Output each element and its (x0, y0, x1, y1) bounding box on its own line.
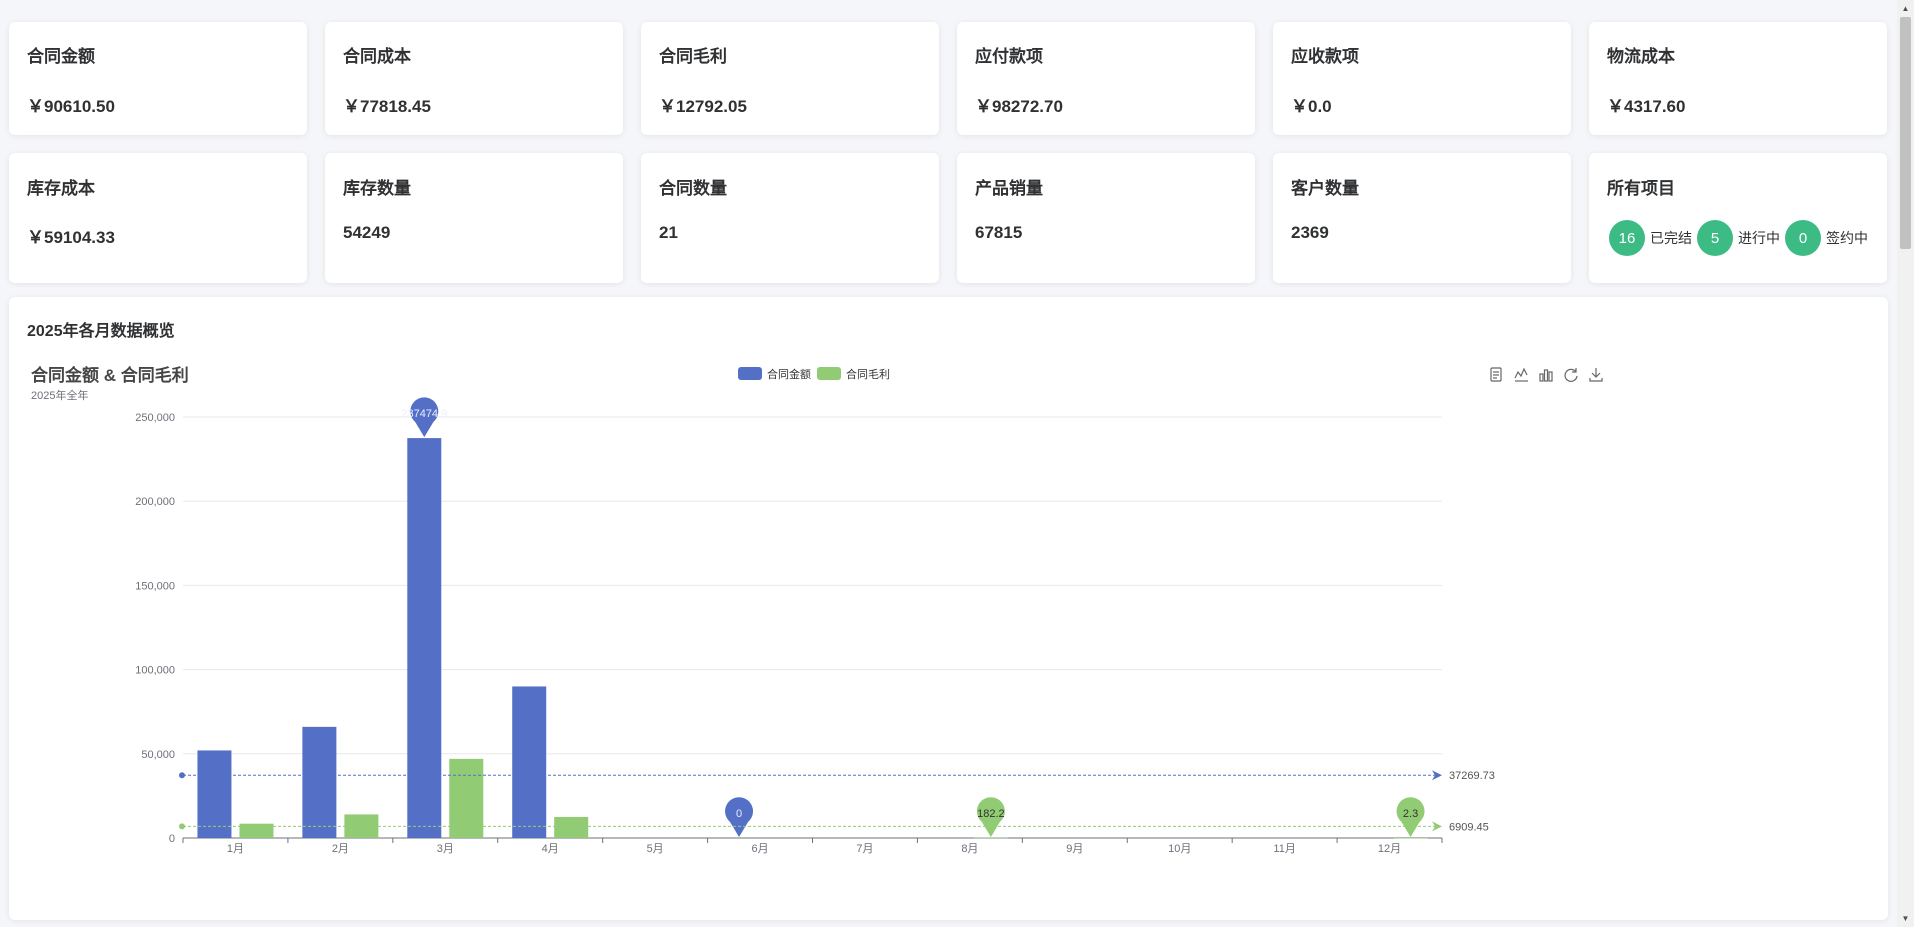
scroll-up-icon[interactable]: ▲ (1897, 0, 1914, 17)
bar-contract-amount (512, 686, 547, 838)
y-tick-label: 150,000 (135, 580, 175, 592)
stat-card-contract-amount: 合同金额 ￥90610.50 (9, 22, 307, 135)
chart-title: 合同金额 & 合同毛利 (31, 365, 189, 385)
average-line-label: 37269.73 (1449, 770, 1495, 782)
stat-card-inventory-qty: 库存数量 54249 (325, 153, 623, 283)
bar-contract-profit (1393, 837, 1428, 839)
stat-value: ￥12792.05 (659, 97, 747, 116)
in-progress-label: 进行中 (1738, 230, 1780, 246)
stat-title: 产品销量 (975, 179, 1043, 198)
legend-swatch (738, 367, 762, 380)
x-tick-label: 2月 (332, 843, 349, 855)
x-tick-label: 7月 (856, 843, 873, 855)
stat-card-receivables: 应收款项 ￥0.0 (1273, 22, 1571, 135)
stat-card-contract-cost: 合同成本 ￥77818.45 (325, 22, 623, 135)
x-tick-label: 1月 (227, 843, 244, 855)
signing-label: 签约中 (1826, 230, 1868, 246)
y-tick-label: 100,000 (135, 665, 175, 677)
stat-card-logistics-cost: 物流成本 ￥4317.60 (1589, 22, 1887, 135)
x-tick-label: 10月 (1168, 843, 1191, 855)
stat-card-payables: 应付款项 ￥98272.70 (957, 22, 1255, 135)
line-chart-icon[interactable] (1514, 367, 1528, 382)
bar-contract-amount (302, 726, 337, 838)
stat-title: 合同金额 (27, 47, 95, 66)
bar-contract-profit (554, 816, 589, 838)
y-tick-label: 50,000 (141, 749, 175, 761)
stat-value: ￥98272.70 (975, 97, 1063, 116)
stat-card-contract-count: 合同数量 21 (641, 153, 939, 283)
x-tick-label: 3月 (437, 843, 454, 855)
stat-value: 21 (659, 223, 678, 242)
stat-title: 所有项目 (1607, 179, 1675, 198)
chart-subtitle: 2025年全年 (31, 388, 88, 402)
stat-title: 客户数量 (1291, 179, 1359, 198)
min-pin-contract-amount-label: 0 (736, 808, 742, 820)
x-tick-label: 9月 (1066, 843, 1083, 855)
monthly-overview-panel: 2025年各月数据概览 合同金额 & 合同毛利 2025年全年 合同金额 合同毛利 0 5… (9, 297, 1888, 920)
bar-contract-profit (973, 837, 1008, 839)
max-pin-contract-amount-label: 237474.9 (401, 408, 447, 420)
stat-card-contract-profit: 合同毛利 ￥12792.05 (641, 22, 939, 135)
legend-swatch (817, 367, 841, 380)
stat-value: ￥59104.33 (27, 228, 115, 247)
refresh-icon[interactable] (1564, 368, 1578, 382)
bar-contract-amount (197, 750, 232, 838)
bar-chart-icon[interactable] (1539, 369, 1553, 382)
stat-title: 应付款项 (975, 47, 1043, 66)
stat-value: ￥4317.60 (1607, 97, 1686, 116)
legend-label: 合同毛利 (846, 367, 890, 381)
stat-value: 2369 (1291, 223, 1329, 242)
x-tick-label: 6月 (751, 843, 768, 855)
stat-title: 库存成本 (27, 179, 95, 198)
data-view-icon[interactable] (1490, 367, 1502, 382)
x-tick-label: 12月 (1378, 843, 1401, 855)
scroll-thumb[interactable] (1900, 17, 1911, 249)
average-line-label: 6909.45 (1449, 821, 1489, 833)
stat-value: 54249 (343, 223, 391, 242)
stat-title: 应收款项 (1291, 47, 1359, 66)
scroll-down-icon[interactable]: ▼ (1897, 910, 1914, 927)
completed-count-badge[interactable]: 16 (1609, 220, 1645, 256)
min-pin-contract-profit-label: 2.3 (1403, 808, 1418, 820)
stat-card-product-sales: 产品销量 67815 (957, 153, 1255, 283)
stat-title: 物流成本 (1607, 47, 1675, 66)
stat-title: 合同成本 (343, 47, 411, 66)
bar-contract-profit (239, 823, 274, 838)
stat-card-customer-count: 客户数量 2369 (1273, 153, 1571, 283)
stat-title: 库存数量 (343, 179, 411, 198)
x-tick-label: 4月 (542, 843, 559, 855)
signing-count-badge[interactable]: 0 (1785, 220, 1821, 256)
stat-value: ￥77818.45 (343, 97, 431, 116)
stat-value: 67815 (975, 223, 1023, 242)
in-progress-count-badge[interactable]: 5 (1697, 220, 1733, 256)
y-tick-label: 200,000 (135, 496, 175, 508)
project-status-list: 16 已完结 5 进行中 0 签约中 (1609, 220, 1873, 256)
monthly-chart[interactable]: 合同金额 & 合同毛利 2025年全年 合同金额 合同毛利 0 50,000 100,000… (9, 297, 1888, 920)
stat-title: 合同毛利 (659, 47, 727, 66)
bar-contract-amount (407, 438, 442, 838)
x-tick-label: 5月 (647, 843, 664, 855)
download-icon[interactable] (1589, 368, 1603, 382)
stat-card-inventory-cost: 库存成本 ￥59104.33 (9, 153, 307, 283)
stat-value: ￥90610.50 (27, 97, 115, 116)
x-tick-label: 8月 (961, 843, 978, 855)
stat-card-all-projects: 所有项目 16 已完结 5 进行中 0 签约中 (1589, 153, 1887, 283)
legend-label: 合同金额 (767, 367, 811, 381)
y-tick-label: 250,000 (135, 412, 175, 424)
x-tick-label: 11月 (1273, 843, 1295, 855)
page-scrollbar[interactable]: ▲ ▼ (1897, 0, 1914, 927)
stat-title: 合同数量 (659, 179, 727, 198)
y-tick-label: 0 (169, 833, 175, 845)
completed-label: 已完结 (1650, 230, 1692, 246)
max-pin-contract-profit-label: 182.2 (977, 808, 1005, 820)
stat-value: ￥0.0 (1291, 97, 1332, 116)
